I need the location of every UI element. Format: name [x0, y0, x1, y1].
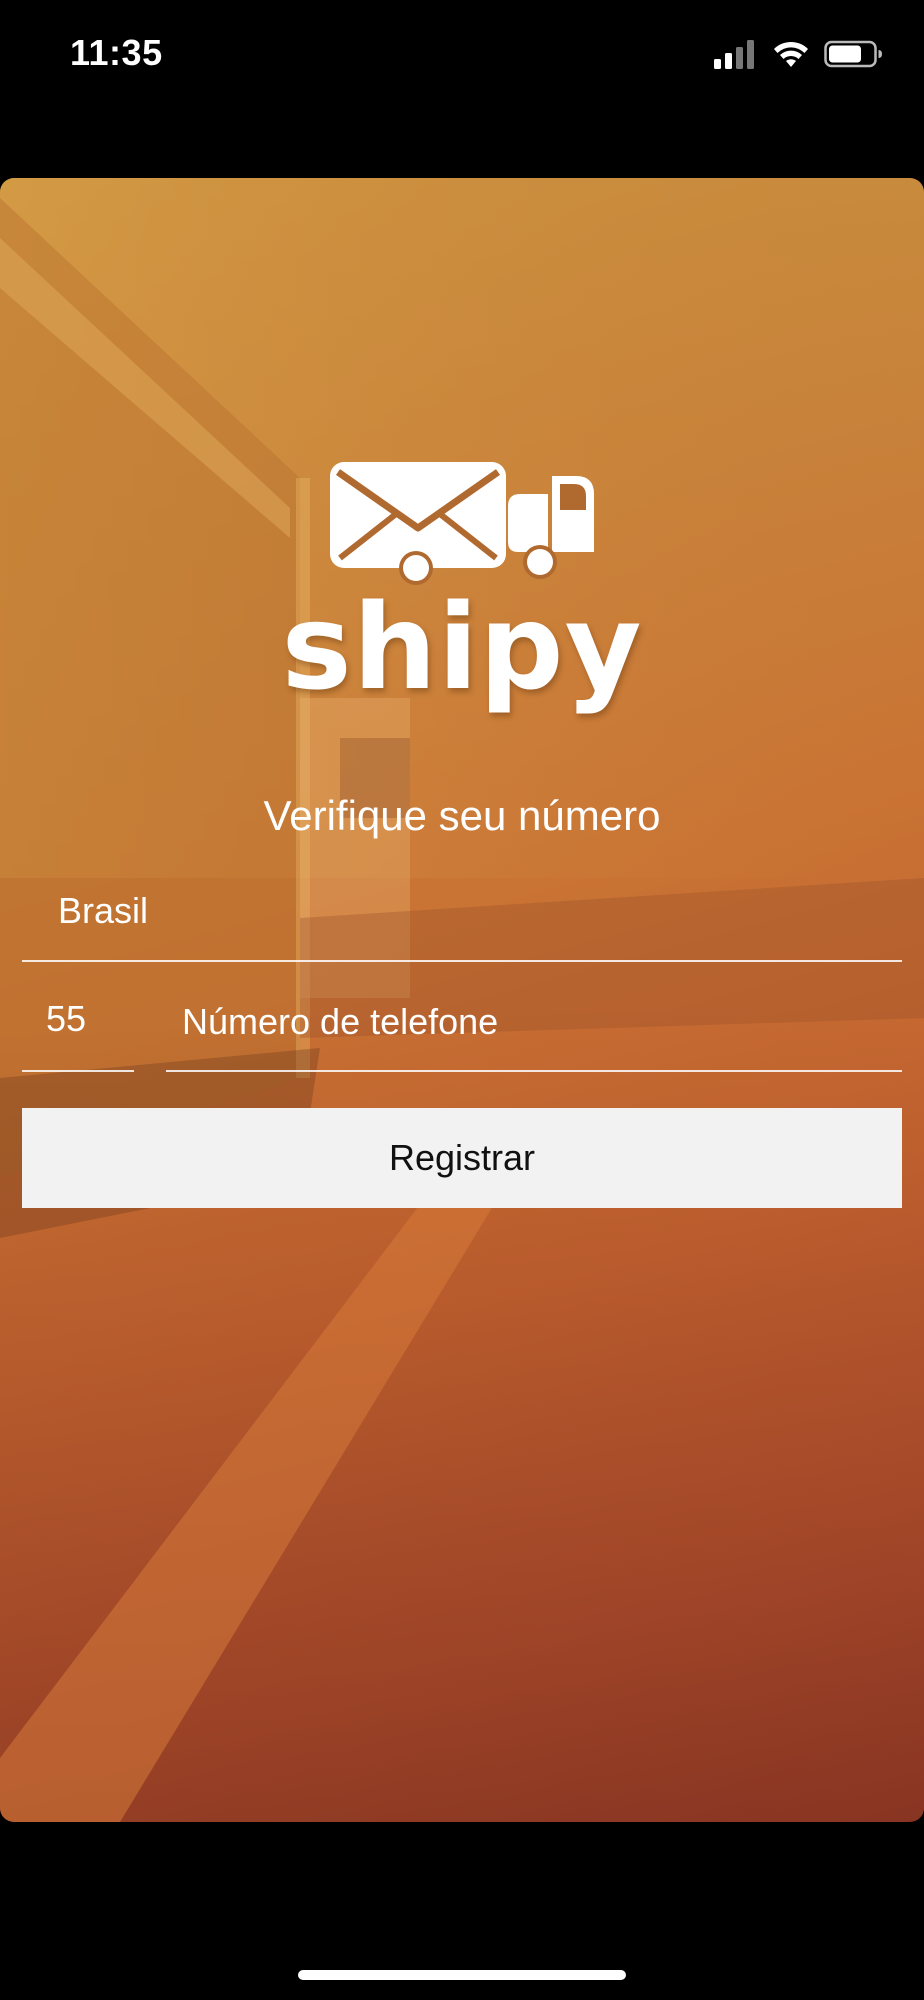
brand-name: shipy — [281, 578, 643, 716]
status-bar: 11:35 — [0, 0, 924, 110]
wifi-icon — [772, 39, 810, 74]
home-indicator[interactable] — [298, 1970, 626, 1980]
country-value: Brasil — [58, 890, 149, 931]
country-code-field[interactable]: 55 — [22, 978, 134, 1072]
register-button[interactable]: Registrar — [22, 1108, 902, 1208]
cellular-signal-icon — [714, 39, 758, 74]
country-code-value: 55 — [46, 998, 87, 1039]
country-selector[interactable]: Brasil — [22, 868, 902, 962]
envelope-truck-logo-icon — [328, 458, 598, 588]
status-icons — [714, 38, 884, 74]
status-time: 11:35 — [70, 32, 163, 73]
phone-number-input[interactable] — [180, 996, 884, 1048]
page-title: Verifique seu número — [263, 792, 661, 839]
battery-icon — [824, 39, 884, 74]
phone-screen: 11:35 shipy Verifique seu número Brasil … — [0, 0, 924, 2000]
registration-screen: shipy Verifique seu número Brasil 55 Reg… — [0, 178, 924, 1822]
phone-number-field[interactable] — [166, 978, 902, 1072]
